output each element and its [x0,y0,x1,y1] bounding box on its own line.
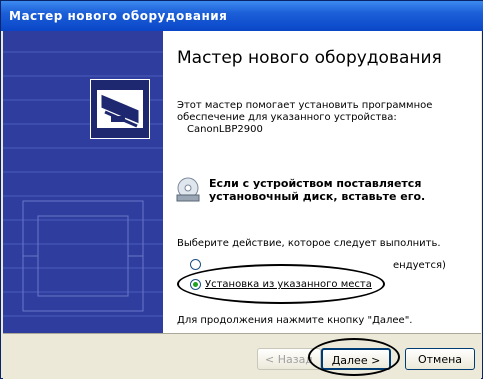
highlight-ellipse-next [308,338,400,376]
circuit-pattern-icon [22,200,144,312]
cancel-button[interactable]: Отмена [405,348,475,370]
highlight-ellipse-option [177,264,385,304]
intro-text-line2: обеспечение для указанного устройства: [177,112,397,123]
continue-hint: Для продолжения нажмите кнопку "Далее". [177,315,413,326]
cd-text-line2: установочный диск, вставьте его. [209,190,426,203]
device-name: CanonLBP2900 [187,124,263,135]
choose-action-label: Выберите действие, которое следует выпол… [177,238,441,249]
intro-text-line1: Этот мастер помогает установить программ… [177,100,433,111]
window-title: Мастер нового оборудования [9,9,228,23]
cd-text-line1: Если с устройством поставляется [209,177,422,190]
wizard-window: Мастер нового оборудования Мастер нового… [0,0,483,379]
cd-icon [175,177,201,203]
radio-auto-install[interactable] [190,259,201,270]
radio-auto-install-label: ендуется) [393,260,446,271]
hardware-wizard-icon [90,79,150,139]
wizard-side-panel [3,31,163,333]
wizard-heading: Мастер нового оборудования [177,48,442,68]
button-bar: < Назад Далее > Отмена [3,333,481,379]
wizard-content: Мастер нового оборудования Этот мастер п… [163,31,481,333]
title-bar[interactable]: Мастер нового оборудования [1,1,483,31]
